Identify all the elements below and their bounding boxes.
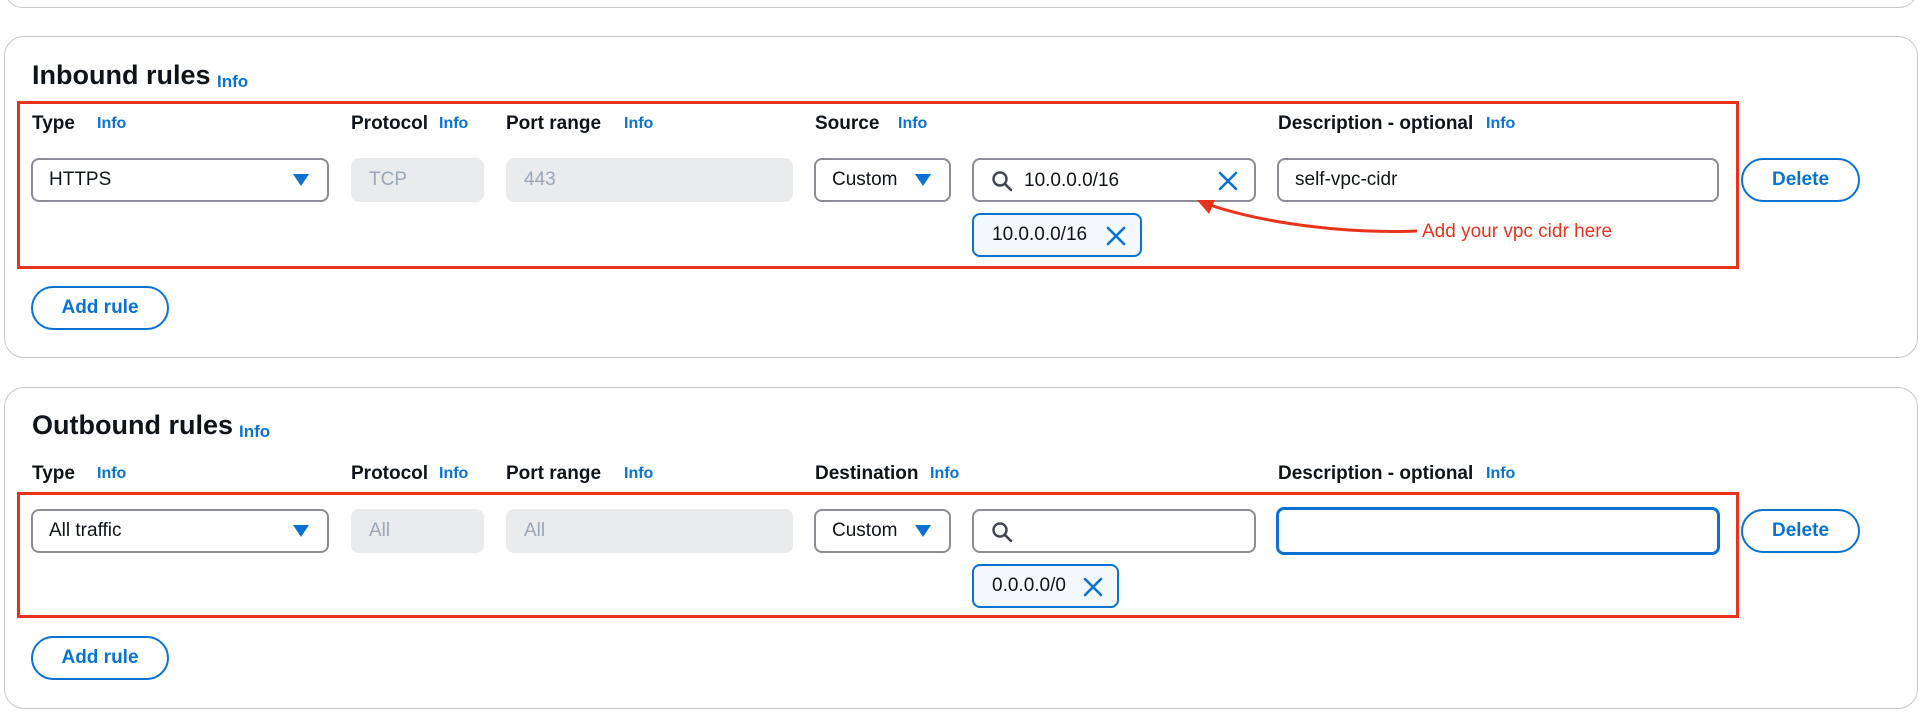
inbound-rules-info-link[interactable]: Info bbox=[217, 72, 248, 92]
inbound-highlight-box bbox=[17, 101, 1739, 269]
outbound-description-header: Description - optional bbox=[1278, 463, 1474, 484]
inbound-add-rule-button[interactable]: Add rule bbox=[31, 286, 169, 330]
outbound-add-rule-button[interactable]: Add rule bbox=[31, 636, 169, 680]
outbound-port-range-info-link[interactable]: Info bbox=[624, 465, 653, 483]
outbound-highlight-box bbox=[17, 492, 1739, 618]
outbound-description-info-link[interactable]: Info bbox=[1486, 465, 1515, 483]
outbound-protocol-info-link[interactable]: Info bbox=[439, 465, 468, 483]
annotation-arrow-icon bbox=[1197, 200, 1418, 234]
outbound-protocol-header: Protocol bbox=[351, 463, 429, 484]
previous-panel bbox=[4, 0, 1918, 8]
outbound-rules-info-link[interactable]: Info bbox=[239, 422, 270, 442]
outbound-rules-title: Outbound rules bbox=[32, 410, 233, 440]
outbound-port-range-header: Port range bbox=[506, 463, 602, 484]
annotation-text: Add your vpc cidr here bbox=[1422, 221, 1613, 242]
outbound-destination-info-link[interactable]: Info bbox=[930, 465, 959, 483]
outbound-destination-header: Destination bbox=[815, 463, 919, 484]
inbound-delete-button[interactable]: Delete bbox=[1741, 158, 1860, 202]
outbound-delete-button[interactable]: Delete bbox=[1741, 509, 1860, 553]
inbound-rules-title: Inbound rules bbox=[32, 60, 211, 90]
outbound-type-header: Type bbox=[32, 463, 75, 484]
outbound-type-info-link[interactable]: Info bbox=[97, 465, 126, 483]
